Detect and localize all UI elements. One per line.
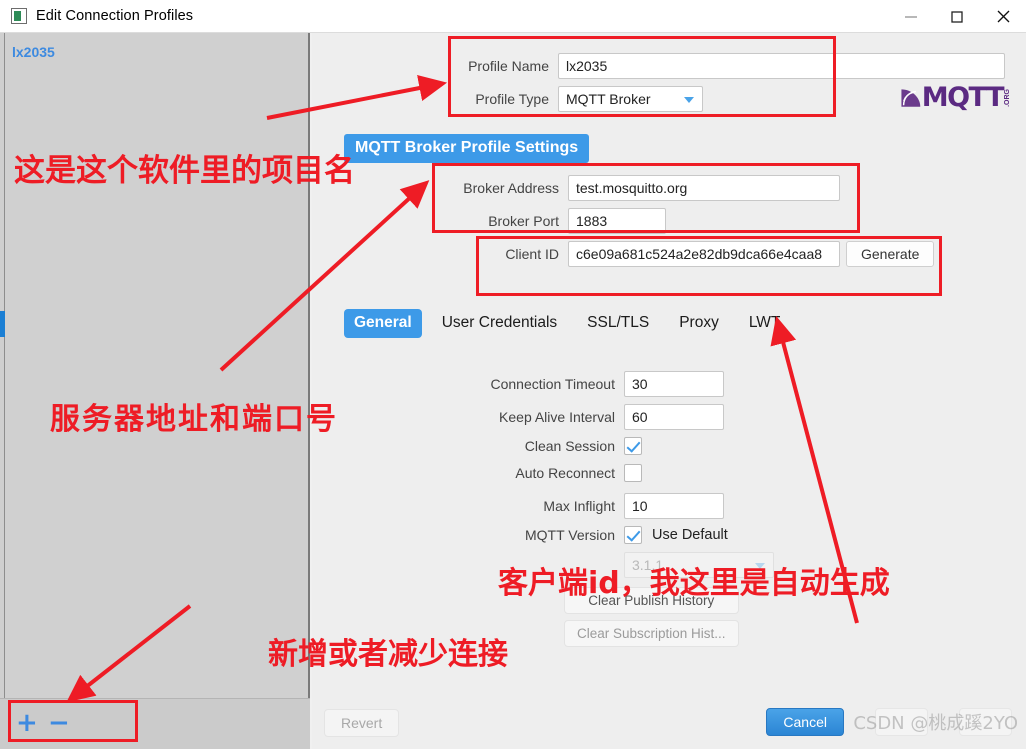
client-id-row: Client ID c6e09a681c524a2e82db9dca66e4ca… (458, 241, 935, 267)
connection-timeout-label: Connection Timeout (490, 376, 615, 392)
auto-reconnect-label: Auto Reconnect (515, 465, 615, 481)
mqtt-logo-org: .ORG (1004, 89, 1011, 107)
max-inflight-row: Max Inflight 10 (424, 493, 774, 519)
auto-reconnect-row: Auto Reconnect (424, 464, 774, 482)
profile-editor-panel: Profile Name lx2035 Profile Type MQTT Br… (312, 33, 1026, 749)
max-inflight-input[interactable]: 10 (624, 493, 724, 519)
window-controls (888, 0, 1026, 33)
tab-user-credentials[interactable]: User Credentials (432, 309, 567, 338)
window-title: Edit Connection Profiles (36, 8, 194, 24)
client-id-label: Client ID (505, 246, 559, 262)
profile-type-value: MQTT Broker (566, 91, 651, 107)
revert-button[interactable]: Revert (324, 709, 400, 737)
tab-proxy[interactable]: Proxy (669, 309, 729, 338)
chevron-down-icon (755, 563, 765, 569)
profile-name-row: Profile Name lx2035 (458, 53, 1018, 79)
footer-button-placeholder-1[interactable] (874, 708, 928, 736)
chevron-down-icon (684, 97, 694, 103)
clean-session-checkbox[interactable] (624, 437, 642, 455)
use-default-label: Use Default (652, 527, 728, 543)
sidebar-footer: + − (0, 698, 310, 749)
max-inflight-label: Max Inflight (543, 498, 615, 514)
broker-fields: Broker Address test.mosquitto.org Broker… (458, 175, 935, 274)
broker-port-row: Broker Port 1883 (458, 208, 934, 234)
clean-session-row: Clean Session (424, 437, 774, 455)
profile-name-input[interactable]: lx2035 (558, 53, 1005, 79)
mqtt-logo-text: MQTT (921, 82, 1005, 113)
remove-profile-button[interactable]: − (48, 710, 70, 736)
broker-address-label: Broker Address (463, 180, 559, 196)
section-heading: MQTT Broker Profile Settings (344, 134, 590, 163)
cancel-button[interactable]: Cancel (766, 708, 844, 736)
mqtt-version-select[interactable]: 3.1.1 (624, 552, 774, 578)
connection-timeout-row: Connection Timeout 30 (424, 371, 774, 397)
clean-session-label: Clean Session (524, 438, 615, 454)
broker-address-row: Broker Address test.mosquitto.org (458, 175, 934, 201)
keep-alive-row: Keep Alive Interval 60 (424, 404, 774, 430)
sidebar-rail (0, 33, 5, 749)
mqtt-org-logo: MQTT .ORG (900, 81, 1012, 115)
minimize-button[interactable] (888, 0, 934, 33)
history-buttons: Clear Publish History Clear Subscription… (564, 587, 739, 653)
tab-general[interactable]: General (344, 309, 422, 338)
mqtt-version-label: MQTT Version (525, 527, 615, 543)
sidebar-item-lx2035[interactable]: lx2035 (12, 44, 55, 60)
tab-ssl-tls[interactable]: SSL/TLS (577, 309, 659, 338)
dialog-footer: Revert Cancel (312, 698, 1026, 749)
clear-publish-history-button[interactable]: Clear Publish History (564, 587, 739, 614)
broker-port-label: Broker Port (488, 213, 559, 229)
generate-client-id-button[interactable]: Generate (846, 241, 935, 267)
tab-lwt[interactable]: LWT (739, 309, 791, 338)
broker-address-input[interactable]: test.mosquitto.org (568, 175, 840, 201)
app-icon (11, 8, 27, 24)
general-tab-pane: Connection Timeout 30 Keep Alive Interva… (424, 371, 774, 585)
edit-connection-profiles-window: Edit Connection Profiles lx2035 + − Prof… (0, 0, 1026, 749)
use-default-checkbox[interactable] (624, 526, 642, 544)
connection-timeout-input[interactable]: 30 (624, 371, 724, 397)
profile-type-label: Profile Type (475, 91, 549, 107)
profile-type-select[interactable]: MQTT Broker (558, 86, 703, 112)
auto-reconnect-checkbox[interactable] (624, 464, 642, 482)
mqtt-version-select-row: 3.1.1 (424, 552, 774, 578)
title-bar: Edit Connection Profiles (0, 0, 1026, 33)
footer-button-placeholder-2[interactable] (958, 708, 1012, 736)
keep-alive-interval-label: Keep Alive Interval (499, 409, 615, 425)
mqtt-version-value: 3.1.1 (632, 557, 664, 573)
mqtt-arc-icon (901, 89, 921, 107)
maximize-button[interactable] (934, 0, 980, 33)
close-button[interactable] (980, 0, 1026, 33)
keep-alive-interval-input[interactable]: 60 (624, 404, 724, 430)
client-id-input[interactable]: c6e09a681c524a2e82db9dca66e4caa8 (568, 241, 840, 267)
profiles-sidebar: lx2035 + − (0, 33, 310, 749)
sidebar-rail-marker (0, 311, 5, 337)
broker-port-input[interactable]: 1883 (568, 208, 666, 234)
mqtt-version-row: MQTT Version Use Default (424, 526, 774, 544)
profile-name-label: Profile Name (468, 58, 549, 74)
settings-tabs: General User Credentials SSL/TLS Proxy L… (344, 309, 800, 338)
clear-subscription-history-button[interactable]: Clear Subscription Hist... (564, 620, 739, 647)
add-profile-button[interactable]: + (16, 710, 38, 736)
